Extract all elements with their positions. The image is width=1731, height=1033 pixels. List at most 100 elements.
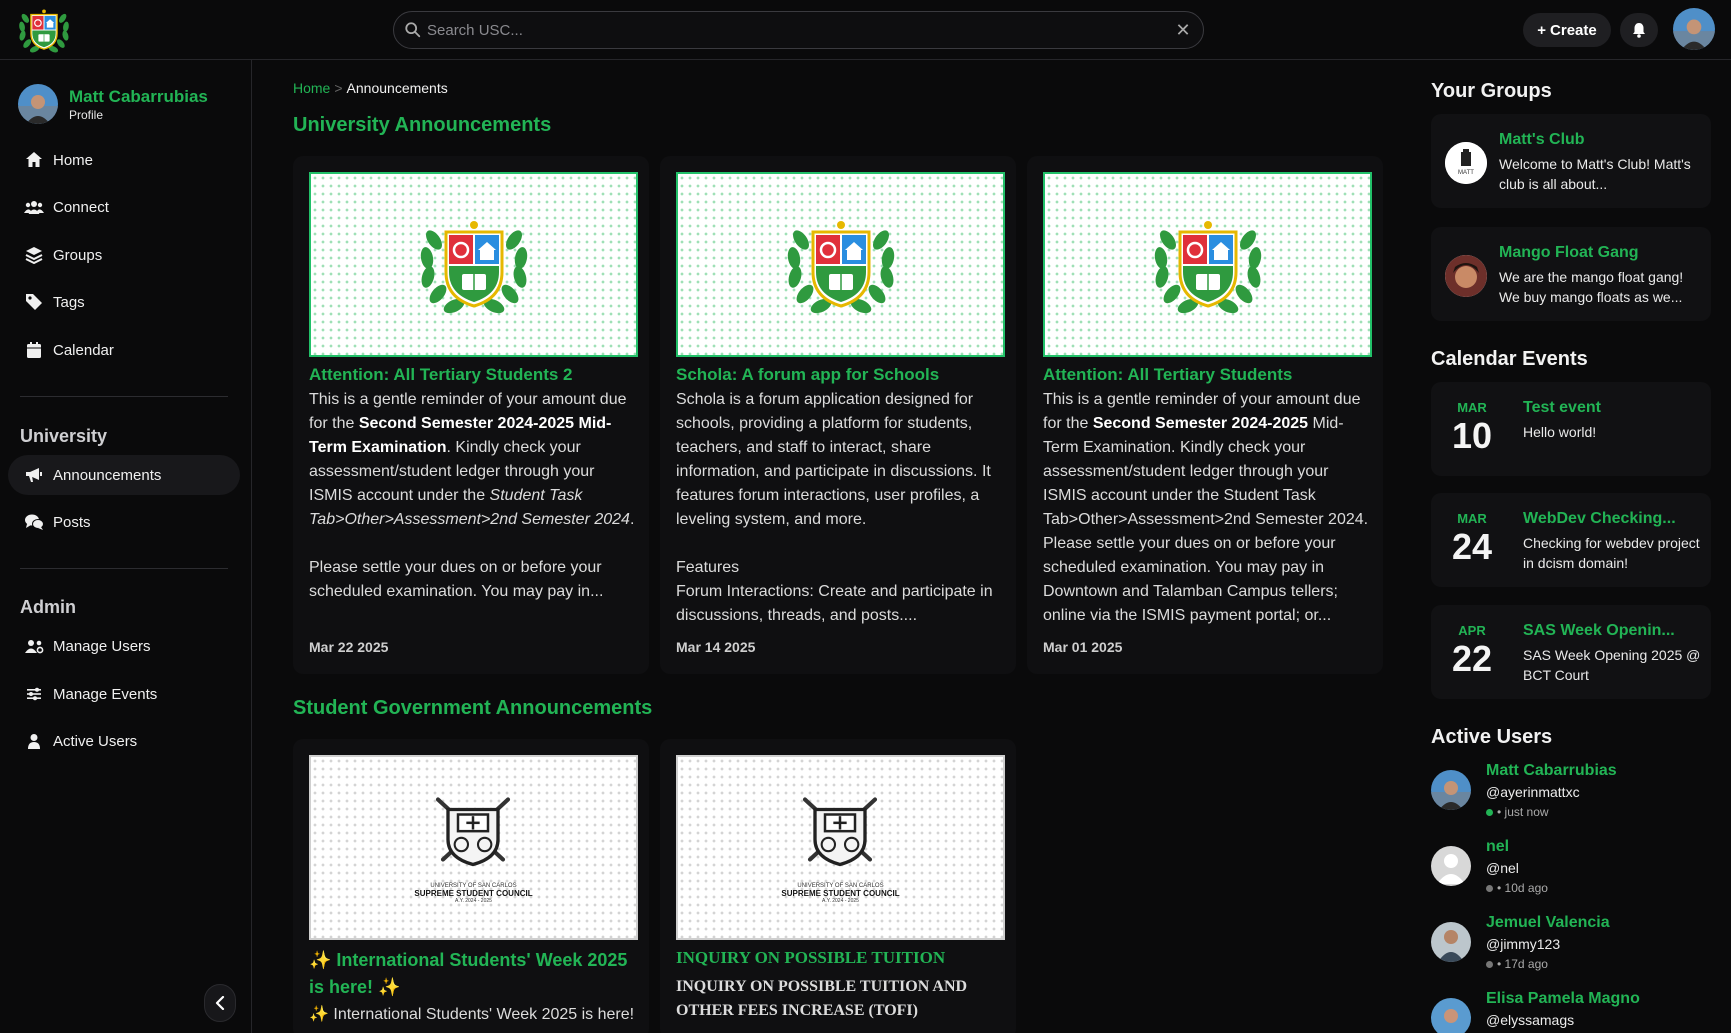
announcement-card[interactable]: Schola: A forum app for Schools Schola i… xyxy=(660,156,1016,674)
sidebar-item-label: Tags xyxy=(53,293,85,311)
active-user-item[interactable]: Elisa Pamela Magno @elyssamags xyxy=(1431,990,1721,1033)
user-handle: @jimmy123 xyxy=(1486,936,1561,952)
announcement-body: ✨ International Students' Week 2025 is h… xyxy=(309,1006,635,1023)
sidebar-item-label: Announcements xyxy=(53,466,162,484)
divider xyxy=(20,568,228,569)
event-day: 24 xyxy=(1451,526,1493,567)
sidebar-item-groups[interactable]: Groups xyxy=(8,235,240,275)
announcement-image: UNIVERSITY OF SAN CARLOS SUPREME STUDENT… xyxy=(676,755,1005,940)
profile-name: Matt Cabarrubias xyxy=(69,87,208,106)
event-title[interactable]: Test event xyxy=(1523,399,1601,417)
user-last-seen: • 17d ago xyxy=(1486,957,1548,971)
comments-icon xyxy=(23,511,45,533)
user-name[interactable]: Elisa Pamela Magno xyxy=(1486,990,1640,1008)
user-last-seen: • 10d ago xyxy=(1486,881,1548,895)
sidebar-item-label: Calendar xyxy=(53,341,114,359)
search-icon xyxy=(405,22,421,38)
event-card[interactable]: APR 22 SAS Week Openin... SAS Week Openi… xyxy=(1431,605,1711,699)
clear-search-icon[interactable]: ✕ xyxy=(1171,18,1195,42)
announcement-body: INQUIRY ON POSSIBLE TUITION AND OTHER FE… xyxy=(676,978,968,1019)
user-name[interactable]: Matt Cabarrubias xyxy=(1486,762,1617,780)
chevron-left-icon xyxy=(215,996,225,1010)
announcement-image: UNIVERSITY OF SAN CARLOS SUPREME STUDENT… xyxy=(309,755,638,940)
user-name[interactable]: nel xyxy=(1486,838,1509,856)
calendar-icon xyxy=(23,339,45,361)
announcement-title[interactable]: INQUIRY ON POSSIBLE TUITION xyxy=(676,947,1006,969)
sidebar-item-announcements[interactable]: Announcements xyxy=(8,455,240,495)
announcement-card[interactable]: UNIVERSITY OF SAN CARLOS SUPREME STUDENT… xyxy=(660,739,1016,1033)
announcement-card[interactable]: Attention: All Tertiary Students This is… xyxy=(1027,156,1383,674)
avatar xyxy=(1431,846,1471,886)
user-avatar[interactable] xyxy=(1673,8,1715,50)
group-card[interactable]: MATT Matt's Club Welcome to Matt's Club!… xyxy=(1431,114,1711,208)
create-button[interactable]: + Create xyxy=(1523,13,1611,47)
announcement-title[interactable]: Attention: All Tertiary Students 2 xyxy=(309,364,639,386)
group-description: Welcome to Matt's Club! Matt's club is a… xyxy=(1499,156,1691,192)
section-heading-university: University Announcements xyxy=(293,114,552,136)
group-avatar xyxy=(1445,255,1487,297)
notifications-button[interactable] xyxy=(1620,13,1658,47)
announcement-title[interactable]: Schola: A forum app for Schools xyxy=(676,364,1006,386)
announcement-title[interactable]: Attention: All Tertiary Students xyxy=(1043,364,1373,386)
event-description: Hello world! xyxy=(1523,424,1597,440)
avatar xyxy=(1431,922,1471,962)
sidebar-item-posts[interactable]: Posts xyxy=(8,502,240,542)
home-icon xyxy=(23,149,45,171)
event-title[interactable]: WebDev Checking... xyxy=(1523,510,1676,528)
group-avatar: MATT xyxy=(1445,142,1487,184)
your-groups-heading: Your Groups xyxy=(1431,80,1552,102)
event-day: 22 xyxy=(1451,638,1493,679)
offline-status-dot xyxy=(1486,884,1493,892)
search-input[interactable] xyxy=(427,18,1157,42)
sidebar-item-manage-users[interactable]: Manage Users xyxy=(8,626,240,666)
avatar xyxy=(18,84,58,124)
announcement-image xyxy=(309,172,638,357)
breadcrumb-separator: > xyxy=(334,80,343,96)
collapse-sidebar-button[interactable] xyxy=(204,984,236,1022)
announcement-title[interactable]: ✨ International Students' Week 2025 is h… xyxy=(309,947,639,1001)
event-card[interactable]: MAR 24 WebDev Checking... Checking for w… xyxy=(1431,493,1711,587)
section-title-university: University xyxy=(20,426,108,446)
group-name[interactable]: Matt's Club xyxy=(1499,131,1585,149)
announcement-image xyxy=(676,172,1005,357)
sidebar-item-label: Manage Events xyxy=(53,685,158,703)
layers-icon xyxy=(23,244,45,266)
sidebar-item-active-users[interactable]: Active Users xyxy=(8,721,240,761)
group-name[interactable]: Mango Float Gang xyxy=(1499,244,1639,262)
active-user-item[interactable]: nel @nel • 10d ago xyxy=(1431,838,1721,908)
create-label: Create xyxy=(1550,21,1597,39)
section-heading-student-government: Student Government Announcements xyxy=(293,697,653,719)
announcement-card[interactable]: UNIVERSITY OF SAN CARLOS SUPREME STUDENT… xyxy=(293,739,649,1033)
event-title[interactable]: SAS Week Openin... xyxy=(1523,622,1675,640)
breadcrumb: Home > Announcements xyxy=(293,80,448,96)
breadcrumb-home[interactable]: Home xyxy=(293,80,330,96)
event-card[interactable]: MAR 10 Test event Hello world! xyxy=(1431,382,1711,476)
profile-link-label: Profile xyxy=(69,108,104,122)
sidebar-profile[interactable]: Matt Cabarrubias Profile xyxy=(18,84,238,128)
megaphone-icon xyxy=(23,464,45,486)
sidebar-item-manage-events[interactable]: Manage Events xyxy=(8,674,240,714)
event-description: Checking for webdev project in dcism dom… xyxy=(1523,535,1700,571)
sidebar-item-tags[interactable]: Tags xyxy=(8,282,240,322)
usc-logo[interactable] xyxy=(16,4,72,56)
sidebar-item-calendar[interactable]: Calendar xyxy=(8,330,240,370)
sidebar-item-label: Manage Users xyxy=(53,637,151,655)
user-icon xyxy=(23,730,45,752)
announcement-card[interactable]: Attention: All Tertiary Students 2 This … xyxy=(293,156,649,674)
search-bar[interactable]: ✕ xyxy=(393,11,1204,49)
user-handle: @ayerinmattxc xyxy=(1486,784,1580,800)
active-user-item[interactable]: Matt Cabarrubias @ayerinmattxc • just no… xyxy=(1431,762,1721,832)
sidebar-item-connect[interactable]: Connect xyxy=(8,187,240,227)
user-name[interactable]: Jemuel Valencia xyxy=(1486,914,1610,932)
sidebar-item-label: Active Users xyxy=(53,732,138,750)
sidebar-item-home[interactable]: Home xyxy=(8,140,240,180)
sliders-icon xyxy=(23,683,45,705)
active-user-item[interactable]: Jemuel Valencia @jimmy123 • 17d ago xyxy=(1431,914,1721,984)
bell-icon xyxy=(1633,23,1645,38)
group-card[interactable]: Mango Float Gang We are the mango float … xyxy=(1431,227,1711,321)
announcement-date: Mar 01 2025 xyxy=(1043,639,1123,655)
event-month: APR xyxy=(1458,623,1486,638)
users-cog-icon xyxy=(23,635,45,657)
announcement-body: This is a gentle reminder of your amount… xyxy=(309,391,635,600)
avatar xyxy=(1431,770,1471,810)
